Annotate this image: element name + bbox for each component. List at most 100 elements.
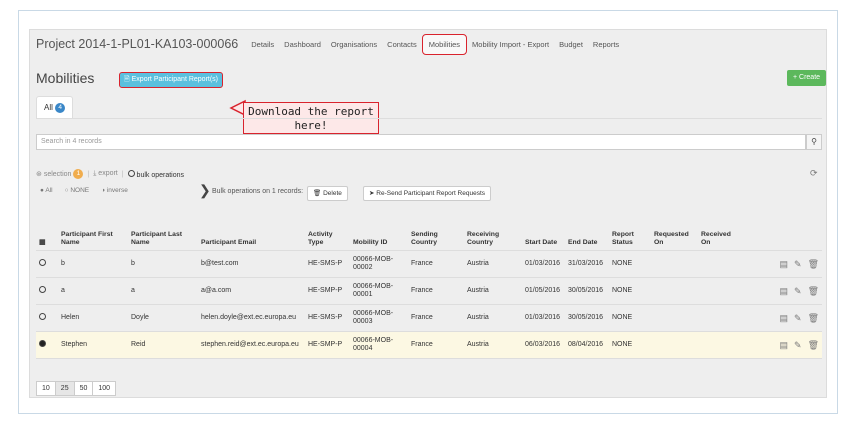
tab-all[interactable]: All 4 <box>36 96 74 118</box>
resend-report-requests-button[interactable]: ➤ Re-Send Participant Report Requests <box>363 186 492 201</box>
page-size-50[interactable]: 50 <box>73 381 94 396</box>
selection-toggle[interactable]: ⊛ selection 1 <box>36 169 84 179</box>
column-header[interactable]: Received On <box>698 220 738 251</box>
table-row[interactable]: Helen Doyle helen.doyle@ext.ec.europa.eu… <box>36 304 822 332</box>
cell-received-on <box>698 250 738 278</box>
separator: | <box>121 170 124 178</box>
table-row[interactable]: b b b@test.com HE-SMS-P 00066-MOB-00002 … <box>36 250 822 278</box>
search-input[interactable]: Search in 4 records <box>36 134 806 150</box>
cell-activity-type: HE-SMS-P <box>305 304 350 332</box>
column-header[interactable]: Start Date <box>522 220 565 251</box>
page-size-10[interactable]: 10 <box>36 381 56 396</box>
trash-icon[interactable]: 🗑 <box>808 340 819 350</box>
cell-sending-country: France <box>408 277 464 305</box>
edit-icon[interactable]: ✎ <box>794 340 802 350</box>
tab-budget[interactable]: Budget <box>554 36 588 53</box>
cell-email: a@a.com <box>198 277 305 305</box>
page-size-25[interactable]: 25 <box>54 381 75 396</box>
column-toggle[interactable]: ▦ <box>36 220 58 251</box>
column-header[interactable]: Requested On <box>651 220 698 251</box>
export-button-label: Export Participant Report(s) <box>131 76 219 83</box>
tab-mobility-import-export[interactable]: Mobility Import - Export <box>467 36 554 53</box>
view-icon[interactable]: ▤ <box>780 286 789 296</box>
tab-divider <box>36 118 822 119</box>
cell-end-date: 30/05/2016 <box>565 304 609 332</box>
cell-receiving-country: Austria <box>464 277 522 305</box>
radio-icon <box>39 258 46 266</box>
row-select-radio[interactable] <box>36 250 58 278</box>
mobilities-table: ▦ Participant First Name Participant Las… <box>36 220 822 359</box>
column-header[interactable]: Sending Country <box>408 220 464 251</box>
table-row-selected[interactable]: Stephen Reid stephen.reid@ext.ec.europa.… <box>36 331 822 359</box>
trash-icon[interactable]: 🗑 <box>808 286 819 296</box>
cell-start-date: 01/03/2016 <box>522 250 565 278</box>
column-header[interactable]: Participant First Name <box>58 220 128 251</box>
tab-contacts[interactable]: Contacts <box>382 36 422 53</box>
row-select-radio[interactable] <box>36 277 58 305</box>
tab-mobilities[interactable]: Mobilities <box>421 33 468 55</box>
separator: | <box>87 170 90 178</box>
cell-requested-on <box>651 250 698 278</box>
column-header[interactable]: Participant Email <box>198 220 305 251</box>
bulk-operations-label: bulk operations <box>136 171 185 179</box>
cell-activity-type: HE-SMS-P <box>305 250 350 278</box>
cell-email: stephen.reid@ext.ec.europa.eu <box>198 331 305 359</box>
edit-icon[interactable]: ✎ <box>794 259 802 269</box>
send-icon: ➤ <box>369 190 375 197</box>
tab-organisations[interactable]: Organisations <box>326 36 382 53</box>
create-button[interactable]: + Create <box>787 70 827 86</box>
cell-start-date: 01/05/2016 <box>522 277 565 305</box>
cell-requested-on <box>651 304 698 332</box>
view-icon[interactable]: ▤ <box>780 259 789 269</box>
cell-received-on <box>698 304 738 332</box>
cell-email: helen.doyle@ext.ec.europa.eu <box>198 304 305 332</box>
row-select-radio[interactable] <box>36 304 58 332</box>
trash-icon[interactable]: 🗑 <box>808 313 819 323</box>
grid-icon: ▦ <box>39 238 46 246</box>
select-inverse-label: inverse <box>106 187 128 194</box>
page-size-100[interactable]: 100 <box>92 381 117 396</box>
actions-header <box>738 220 822 251</box>
column-header[interactable]: Participant Last Name <box>128 220 198 251</box>
search-icon: ⚲ <box>811 137 817 146</box>
column-header[interactable]: Report Status <box>609 220 651 251</box>
row-select-radio[interactable] <box>36 331 58 359</box>
column-header[interactable]: End Date <box>565 220 609 251</box>
tab-details[interactable]: Details <box>246 36 279 53</box>
cell-sending-country: France <box>408 250 464 278</box>
bulk-operations-toggle[interactable]: bulk operations <box>127 169 185 179</box>
cell-activity-type: HE-SMP-P <box>305 277 350 305</box>
select-all-option[interactable]: ● All <box>40 187 59 194</box>
tab-reports[interactable]: Reports <box>588 36 624 53</box>
search-button[interactable]: ⚲ <box>806 134 822 150</box>
refresh-icon[interactable]: ⟳ <box>810 168 818 179</box>
trash-icon: 🗑 <box>313 190 322 197</box>
callout-line-2: here! <box>294 119 328 132</box>
select-none-option[interactable]: ○ NONE <box>65 187 96 194</box>
column-header[interactable]: Activity Type <box>305 220 350 251</box>
cell-first-name: b <box>58 250 128 278</box>
project-title: Project 2014-1-PL01-KA103-000066 <box>36 37 239 51</box>
edit-icon[interactable]: ✎ <box>794 286 802 296</box>
cell-requested-on <box>651 331 698 359</box>
view-icon[interactable]: ▤ <box>780 313 789 323</box>
cell-report-status: NONE <box>609 277 651 305</box>
view-icon[interactable]: ▤ <box>780 340 789 350</box>
column-header[interactable]: Receiving Country <box>464 220 522 251</box>
tab-dashboard[interactable]: Dashboard <box>279 36 326 53</box>
cell-receiving-country: Austria <box>464 331 522 359</box>
edit-icon[interactable]: ✎ <box>794 313 802 323</box>
cell-last-name: a <box>128 277 198 305</box>
cell-end-date: 30/05/2016 <box>565 277 609 305</box>
selection-count-badge: 1 <box>73 169 84 179</box>
delete-button[interactable]: 🗑 Delete <box>307 186 348 201</box>
table-row[interactable]: a a a@a.com HE-SMP-P 00066-MOB-00001 Fra… <box>36 277 822 305</box>
export-participant-report-button[interactable]: 🗎 Export Participant Report(s) <box>119 72 224 88</box>
select-inverse-option[interactable]: ◑ inverse <box>101 187 134 194</box>
cell-last-name: Doyle <box>128 304 198 332</box>
export-link[interactable]: ⤓ export <box>93 170 118 178</box>
column-header[interactable]: Mobility ID <box>350 220 408 251</box>
trash-icon[interactable]: 🗑 <box>808 259 819 269</box>
cell-mobility-id: 00066-MOB-00003 <box>350 304 408 332</box>
tab-all-label: All <box>44 103 53 112</box>
